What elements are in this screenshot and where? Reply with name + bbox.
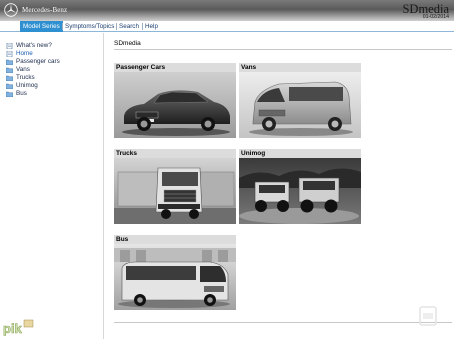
tree-item-label: Passenger cars [16,58,60,65]
category-card-unimog[interactable]: Unimog [239,149,361,224]
sedan-photo[interactable] [114,72,236,138]
folder-icon [6,67,13,73]
tree-item-label: Bus [16,90,27,97]
tree-item-label: Home [16,50,33,57]
navigation-tree: What's new? Home Passenger cars Vans Tru… [0,33,104,339]
main-menu: Model Series Symptoms/Topics Search Help [0,21,454,32]
svg-text:pik: pik [3,321,23,336]
watermark-stamp [418,305,438,331]
category-card-passenger-cars[interactable]: Passenger Cars [114,63,236,138]
card-title: Passenger Cars [114,63,236,72]
watermark-logo: pik [2,318,34,338]
footer-divider [114,322,452,323]
unimog-photo[interactable] [239,158,361,224]
van-photo[interactable] [239,72,361,138]
tree-item-label: What's new? [16,42,52,49]
menu-search[interactable]: Search [116,21,142,32]
page-title: SDmedia [114,40,141,47]
tree-item-label: Unimog [16,82,38,89]
menu-help[interactable]: Help [142,21,161,32]
card-title: Trucks [114,149,236,158]
menu-symptoms-topics[interactable]: Symptoms/Topics [62,21,117,32]
mercedes-star-logo-icon[interactable] [4,3,18,17]
pik-logo-icon: pik [3,319,34,336]
folder-icon [6,75,13,81]
folder-icon [6,83,13,89]
bus-photo[interactable] [114,244,236,310]
menu-model-series[interactable]: Model Series [20,21,63,32]
tree-item-label: Vans [16,66,30,73]
folder-icon [6,59,13,65]
card-title: Bus [114,235,236,244]
brand-name: Mercedes-Benz [22,6,68,14]
category-card-vans[interactable]: Vans [239,63,361,138]
category-card-bus[interactable]: Bus [114,235,236,310]
tree-item-label: Trucks [16,74,35,81]
stamp-icon [419,306,437,326]
category-card-trucks[interactable]: Trucks [114,149,236,224]
card-title: Vans [239,63,361,72]
page-icon [6,43,13,49]
app-header: Mercedes-Benz SDmedia 01-02/2014 [0,0,454,21]
release-date: 01-02/2014 [422,14,449,20]
title-divider [114,49,452,50]
truck-photo[interactable] [114,158,236,224]
page-icon [6,51,13,57]
folder-icon [6,91,13,97]
card-title: Unimog [239,149,361,158]
